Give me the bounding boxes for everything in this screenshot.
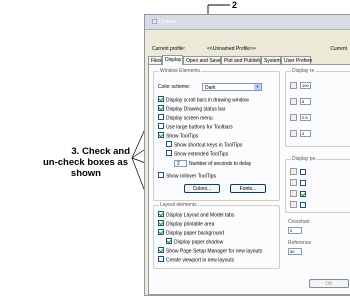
reference-edit-label: Reference [288, 240, 312, 246]
reference-edit-field[interactable]: 50 [288, 248, 302, 255]
window-elements-group: Window Elements Color scheme: Dark ▼ Dis… [153, 68, 280, 201]
checkbox-layout-model-tabs[interactable]: Display Layout and Model tabs [158, 211, 234, 218]
checkbox-scroll-bars[interactable]: Display scroll bars in drawing window [158, 96, 249, 103]
checkbox-icon[interactable] [158, 229, 164, 235]
polyline-segments-icon [290, 98, 297, 105]
arc-resolution-field[interactable]: 100 [300, 82, 311, 89]
display-resolution-title: Display re [291, 68, 316, 74]
checkbox-icon[interactable] [158, 247, 164, 253]
layout-elements-group: Layout elements Display Layout and Model… [153, 202, 280, 269]
tooltip-delay-row: 2 Number of seconds to delay [174, 160, 251, 167]
tab-system[interactable]: System [261, 56, 281, 64]
display-performance-title: Display pe [291, 156, 317, 162]
colors-button[interactable]: Colors... [184, 184, 220, 193]
tab-files[interactable]: Files [148, 56, 162, 64]
arc-resolution-icon [290, 82, 297, 89]
callout-3-line3: shown [70, 168, 101, 179]
checkbox-icon[interactable] [300, 169, 306, 175]
render-smoothness-field[interactable]: 0.5 [300, 114, 311, 121]
color-scheme-value: Dark [205, 85, 216, 91]
checkbox-screen-menu[interactable]: Display screen menu [158, 114, 213, 121]
checkbox-show-tooltips[interactable]: Show ToolTips [158, 132, 198, 139]
current-profile-label: Current profile: [152, 46, 186, 52]
checkbox-status-bar[interactable]: Display Drawing status bar [158, 105, 225, 112]
display-performance-group: Display pe [285, 156, 350, 213]
checkbox-create-viewport[interactable]: Create viewport in new layouts [158, 256, 234, 263]
text-boundary-icon [290, 201, 297, 208]
checkbox-icon[interactable] [166, 150, 172, 156]
contour-lines-icon [290, 130, 297, 137]
display-resolution-group: Display re 100 8 0.5 4 [285, 68, 350, 147]
checkbox-icon[interactable] [158, 114, 164, 120]
checkbox-icon[interactable] [300, 202, 306, 208]
checkbox-icon[interactable] [300, 191, 306, 197]
layout-elements-title: Layout elements [159, 202, 198, 208]
options-dialog: Options Current profile: <<Unnamed Profi… [144, 14, 350, 296]
checkbox-printable-area[interactable]: Display printable area [158, 220, 214, 227]
tab-strip: Files Display Open and Save Plot and Pub… [148, 55, 350, 65]
tab-user-preferences[interactable]: User Prefere [281, 56, 312, 64]
checkbox-icon[interactable] [158, 220, 164, 226]
color-scheme-label: Color scheme: [158, 84, 191, 90]
callout-3-line2: un-check boxes as [42, 157, 128, 168]
checkbox-large-buttons[interactable]: Use large buttons for Toolbars [158, 123, 233, 130]
callout-2: 2 [232, 0, 238, 10]
checkbox-page-setup-manager[interactable]: Show Page Setup Manager for new layouts [158, 247, 262, 254]
current-profile-value: <<Unnamed Profile>> [207, 46, 256, 52]
display-tab-panel: Window Elements Color scheme: Dark ▼ Dis… [148, 64, 350, 295]
color-scheme-select[interactable]: Dark ▼ [202, 83, 262, 91]
delay-seconds-field[interactable]: 2 [174, 160, 187, 167]
current-drawing-label: Current [330, 46, 347, 52]
checkbox-paper-shadow[interactable]: Display paper shadow [166, 238, 223, 245]
dialog-app-icon [152, 19, 157, 25]
ok-button[interactable]: OK [309, 279, 349, 288]
crosshair-size-field[interactable]: 5 [288, 227, 302, 234]
pan-zoom-raster-icon [290, 168, 297, 175]
checkbox-icon[interactable] [166, 141, 172, 147]
checkbox-icon[interactable] [166, 238, 172, 244]
highlight-raster-icon [290, 179, 297, 186]
checkbox-icon[interactable] [158, 256, 164, 262]
tab-open-and-save[interactable]: Open and Save [183, 56, 221, 64]
contour-lines-field[interactable]: 4 [300, 130, 311, 137]
checkbox-icon[interactable] [158, 172, 164, 178]
checkbox-icon[interactable] [158, 211, 164, 217]
checkbox-icon[interactable] [158, 105, 164, 111]
checkbox-icon[interactable] [158, 132, 164, 138]
checkbox-extended-tooltips[interactable]: Show extended ToolTips [166, 150, 228, 157]
checkbox-paper-background[interactable]: Display paper background [158, 229, 224, 236]
tab-display[interactable]: Display [162, 55, 183, 65]
delay-label: Number of seconds to delay [189, 160, 252, 167]
callout-3-line1: 3. Check and [71, 146, 130, 157]
checkbox-icon[interactable] [158, 96, 164, 102]
dialog-titlebar[interactable]: Options [145, 15, 350, 30]
fonts-button[interactable]: Fonts... [230, 184, 266, 193]
solid-fill-icon [290, 190, 297, 197]
render-smoothness-icon [290, 114, 297, 121]
callout-3-text: 3. Check and un-check boxes as shown [34, 146, 130, 179]
checkbox-icon[interactable] [158, 123, 164, 129]
crosshair-size-label: Crosshair [288, 219, 310, 225]
tab-plot-and-publish[interactable]: Plot and Publish [221, 56, 261, 64]
checkbox-icon[interactable] [300, 180, 306, 186]
checkbox-shortcut-keys[interactable]: Show shortcut keys in ToolTips [166, 141, 242, 148]
chevron-down-icon[interactable]: ▼ [254, 84, 261, 90]
polyline-segments-field[interactable]: 8 [300, 98, 311, 105]
window-elements-title: Window Elements [159, 68, 202, 74]
checkbox-rollover-tooltips[interactable]: Show rollover ToolTips [158, 172, 216, 179]
dialog-title: Options [159, 19, 177, 25]
